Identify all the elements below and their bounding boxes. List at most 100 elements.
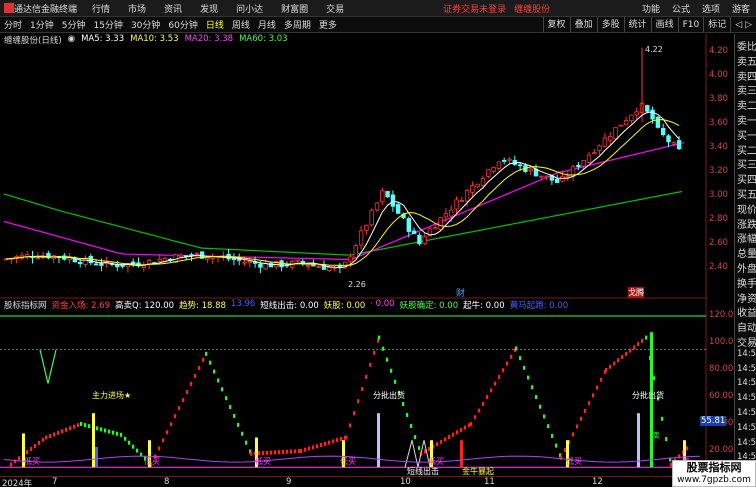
- date-tick: 10: [400, 477, 411, 487]
- candle-body: [395, 204, 401, 214]
- oscillator-step: [96, 426, 99, 431]
- price-tick: 4.00: [709, 70, 728, 80]
- candle-body: [99, 263, 104, 266]
- oscillator-step: [535, 395, 538, 399]
- side-panel-label: 14:50: [737, 437, 756, 448]
- menu-ask[interactable]: 问小达: [227, 2, 272, 15]
- candle-body: [613, 127, 618, 140]
- oscillator-step: [414, 435, 417, 440]
- tab-intraday[interactable]: 分时: [0, 18, 26, 31]
- overlay-button[interactable]: 叠加: [569, 17, 597, 33]
- signal-buy: 低买: [255, 457, 271, 466]
- watermark-url: www.7gpzb.com: [677, 475, 751, 485]
- oscillator-step: [18, 456, 21, 461]
- candle-body: [576, 164, 581, 168]
- menu-trade[interactable]: 交易: [317, 2, 353, 15]
- menu-function[interactable]: 功能: [636, 2, 666, 15]
- stock-label: 缠缠股份(日线): [4, 36, 62, 46]
- menu-formula[interactable]: 公式: [666, 2, 696, 15]
- oscillator-step: [386, 357, 389, 362]
- login-notice[interactable]: 证券交易未登录: [443, 2, 506, 15]
- candle-body: [358, 230, 364, 246]
- side-panel-label: 换手: [737, 278, 756, 290]
- stock-name-notice: 缠缠股份: [514, 4, 551, 15]
- side-panel-label: 买一: [737, 130, 756, 142]
- oscillator-step: [42, 437, 45, 442]
- candle-body: [581, 159, 586, 167]
- oscillator-step: [340, 437, 343, 441]
- ma-settings-icon[interactable]: ◉: [68, 34, 75, 46]
- candle-body: [565, 175, 570, 178]
- oscillator-step: [555, 443, 558, 448]
- oscillator-step: [361, 387, 364, 392]
- oscillator-step: [34, 443, 37, 448]
- ma5-value: MA5: 3.33: [81, 34, 125, 44]
- signal-buy: 低买: [24, 457, 40, 466]
- oscillator-step: [551, 433, 554, 438]
- menu-market[interactable]: 市场: [119, 2, 155, 15]
- tab-15min[interactable]: 15分钟: [89, 18, 126, 31]
- oscillator-step: [378, 335, 381, 340]
- chart-canvas[interactable]: [0, 34, 734, 476]
- price-tick: 2.80: [709, 214, 728, 224]
- side-panel-label: 卖二: [737, 101, 756, 113]
- high-price-label: 4.22: [645, 45, 663, 54]
- tab-weekly[interactable]: 周线: [228, 18, 254, 31]
- tab-1min[interactable]: 1分钟: [26, 18, 58, 31]
- oscillator-step: [436, 442, 439, 447]
- menu-guest[interactable]: 游客: [726, 2, 756, 15]
- oscillator-step: [258, 451, 261, 456]
- candle-body: [178, 254, 184, 258]
- event-mark[interactable]: 戈腾: [628, 287, 644, 298]
- period-toolbar: 分时 1分钟 5分钟 15分钟 30分钟 60分钟 日线 周线 月线 多周期 更…: [0, 17, 756, 33]
- tab-multi-period[interactable]: 多周期: [280, 18, 315, 31]
- tab-more[interactable]: 更多: [315, 18, 341, 31]
- mark-button[interactable]: 标记: [703, 17, 730, 33]
- oscillator-step: [543, 414, 546, 419]
- oscillator-step: [621, 355, 624, 360]
- candle-body: [517, 164, 523, 167]
- tab-60min[interactable]: 60分钟: [164, 18, 201, 31]
- oscillator-step: [270, 450, 273, 455]
- side-panel-label: 14:50: [737, 348, 756, 359]
- side-panel-label: 买三: [737, 160, 756, 172]
- oscillator-step: [198, 365, 201, 370]
- oscillator-step: [531, 385, 534, 390]
- finance-mark[interactable]: 财: [456, 286, 465, 299]
- oscillator-step: [316, 444, 319, 449]
- tab-daily[interactable]: 日线: [202, 18, 228, 31]
- indicator-name[interactable]: 股标指标网: [4, 299, 47, 311]
- signal-buy: 低买: [144, 457, 160, 466]
- statistics-button[interactable]: 统计: [623, 17, 651, 33]
- menu-quotes[interactable]: 行情: [83, 2, 119, 15]
- oscillator-step: [61, 429, 64, 434]
- menu-discover[interactable]: 发现: [191, 2, 227, 15]
- candle-body: [380, 190, 385, 203]
- tab-5min[interactable]: 5分钟: [58, 18, 90, 31]
- oscillator-step: [353, 411, 356, 416]
- f10-button[interactable]: F10: [677, 17, 704, 33]
- nav-arrows-button[interactable]: ◁ ▷: [730, 17, 756, 33]
- candle-body: [650, 109, 655, 120]
- oscillator-step: [186, 390, 189, 395]
- candle-body: [295, 259, 300, 262]
- menu-wealth[interactable]: 财富圈: [272, 2, 317, 15]
- menu-news[interactable]: 资讯: [155, 2, 191, 15]
- date-tick: 9: [286, 477, 292, 487]
- draw-line-button[interactable]: 画线: [650, 17, 678, 33]
- candle-body: [586, 154, 592, 163]
- tab-30min[interactable]: 30分钟: [127, 18, 164, 31]
- multi-stock-button[interactable]: 多股: [596, 17, 624, 33]
- candle-body: [486, 169, 491, 177]
- side-panel-label: 卖四: [737, 71, 756, 83]
- date-tick: 8: [164, 477, 170, 487]
- indicator-item: 13.96: [230, 299, 256, 309]
- candle-body: [459, 200, 464, 202]
- indicator-dip: [39, 349, 57, 384]
- menu-options[interactable]: 选项: [696, 2, 726, 15]
- restore-rights-button[interactable]: 复权: [542, 17, 570, 33]
- candle-body: [597, 145, 602, 151]
- tab-monthly[interactable]: 月线: [254, 18, 280, 31]
- candle-body: [93, 263, 99, 266]
- oscillator-step: [104, 428, 107, 433]
